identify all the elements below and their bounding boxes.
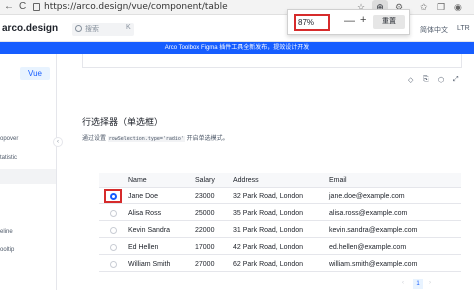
desc-code: rowSelection.type='radio': [107, 136, 185, 142]
expand-icon[interactable]: ⤢: [453, 76, 459, 84]
row-radio[interactable]: [110, 227, 117, 234]
sidebar-item-timeline[interactable]: eline: [0, 229, 13, 235]
cell-name: William Smith: [128, 261, 171, 268]
address-bar[interactable]: https://arco.design/vue/component/table: [44, 2, 228, 12]
table-row[interactable]: William Smith 27000 62 Park Road, London…: [99, 257, 461, 272]
lock-icon: [33, 3, 40, 11]
search-box[interactable]: 搜索 K: [72, 23, 134, 36]
table-row[interactable]: Kevin Sandra 22000 31 Park Road, London …: [99, 223, 461, 238]
row-radio[interactable]: [110, 261, 117, 268]
cell-name: Jane Doe: [128, 193, 158, 200]
sidebar-collapse-button[interactable]: ‹: [53, 137, 63, 147]
data-table: Name Salary Address Email Jane Doe 23000…: [99, 170, 461, 290]
language-select[interactable]: 简体中文: [420, 25, 448, 35]
cell-address: 35 Park Road, London: [233, 210, 304, 217]
tab-vue[interactable]: Vue: [20, 67, 50, 80]
previous-demo-box: [82, 54, 462, 68]
back-icon[interactable]: ←: [4, 1, 14, 12]
column-header-email[interactable]: Email: [329, 177, 347, 184]
cell-salary: 17000: [195, 244, 215, 251]
zoom-in-button[interactable]: +: [360, 14, 366, 26]
collections-icon[interactable]: ❐: [437, 2, 445, 13]
table-row[interactable]: Ed Hellen 17000 42 Park Road, London ed.…: [99, 240, 461, 255]
code-icon[interactable]: ◇: [408, 76, 413, 84]
sidebar-item-tooltip[interactable]: ooltip: [0, 247, 14, 253]
cell-email: alisa.ross@example.com: [329, 210, 408, 217]
table-header: Name Salary Address Email: [99, 173, 461, 188]
desc-prefix: 通过设置: [82, 136, 107, 142]
prev-page-icon[interactable]: ‹: [402, 280, 404, 286]
section-description: 通过设置 rowSelection.type='radio' 开启单选模式。: [82, 133, 229, 142]
zoom-reset-button[interactable]: 重置: [373, 15, 405, 29]
column-header-address[interactable]: Address: [233, 177, 259, 184]
cell-email: jane.doe@example.com: [329, 193, 405, 200]
sidebar-item-statistic[interactable]: tatistic: [0, 155, 17, 161]
cell-email: kevin.sandra@example.com: [329, 227, 418, 234]
profile-icon[interactable]: ◉: [454, 2, 462, 13]
cell-email: ed.hellen@example.com: [329, 244, 407, 251]
zoom-level: 87%: [294, 14, 330, 31]
column-header-salary[interactable]: Salary: [195, 177, 215, 184]
row-radio[interactable]: [110, 244, 117, 251]
direction-toggle[interactable]: LTR: [457, 25, 470, 32]
reload-icon[interactable]: C: [19, 1, 26, 12]
announcement-banner[interactable]: Arco Toolbox Figma 插件工具全新发布，提效设计开发: [0, 42, 474, 54]
search-placeholder: 搜索: [85, 26, 99, 33]
sidebar-item-popover[interactable]: opover: [0, 136, 18, 142]
cell-salary: 27000: [195, 261, 215, 268]
copy-icon[interactable]: ⎘: [423, 76, 429, 84]
favorites-icon[interactable]: ✩: [420, 2, 428, 13]
cell-name: Ed Hellen: [128, 244, 159, 251]
cell-name: Kevin Sandra: [128, 227, 171, 234]
table-row[interactable]: Alisa Ross 25000 35 Park Road, London al…: [99, 206, 461, 221]
cell-salary: 25000: [195, 210, 215, 217]
cell-address: 32 Park Road, London: [233, 193, 304, 200]
sidebar-item-table-active[interactable]: [0, 169, 56, 184]
search-icon: [75, 25, 82, 32]
page-current[interactable]: 1: [413, 279, 423, 289]
cell-name: Alisa Ross: [128, 210, 162, 217]
codepen-icon[interactable]: ⬡: [438, 76, 444, 84]
cell-address: 42 Park Road, London: [233, 244, 304, 251]
search-shortcut: K: [126, 24, 131, 31]
cell-salary: 23000: [195, 193, 215, 200]
row-radio[interactable]: [110, 210, 117, 217]
zoom-out-button[interactable]: —: [344, 15, 355, 27]
desc-suffix: 开启单选模式。: [186, 136, 229, 142]
cell-address: 31 Park Road, London: [233, 227, 304, 234]
next-page-icon[interactable]: ›: [429, 280, 431, 286]
site-logo[interactable]: arco.design: [2, 23, 58, 34]
section-title: 行选择器（单选框）: [82, 117, 164, 127]
cell-salary: 22000: [195, 227, 215, 234]
zoom-popup: 87% — + 重置: [287, 9, 410, 35]
radio-highlight-box: [104, 189, 122, 203]
column-header-name[interactable]: Name: [128, 177, 147, 184]
cell-email: william.smith@example.com: [329, 261, 418, 268]
cell-address: 62 Park Road, London: [233, 261, 304, 268]
sidebar: Vue opover tatistic eline ooltip: [0, 54, 57, 290]
table-row[interactable]: Jane Doe 23000 32 Park Road, London jane…: [99, 189, 461, 204]
